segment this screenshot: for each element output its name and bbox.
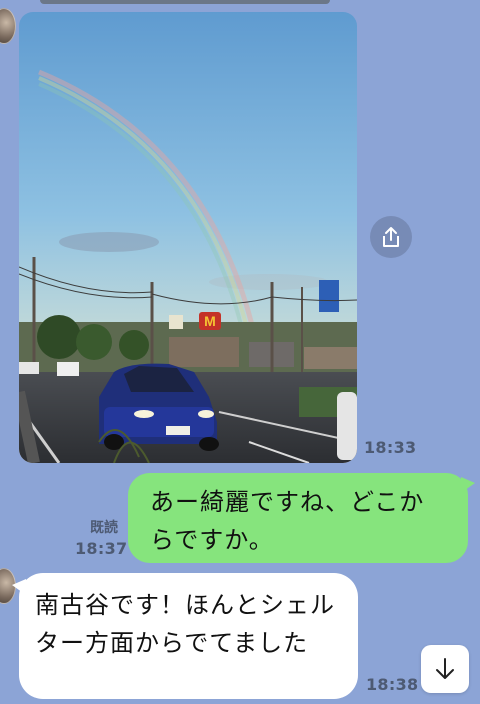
previous-message-edge [40, 0, 330, 4]
outgoing-timestamp: 18:37 [75, 539, 128, 558]
svg-text:M: M [204, 313, 216, 329]
scroll-to-bottom-button[interactable] [421, 645, 469, 693]
share-icon [383, 227, 399, 247]
photo-timestamp: 18:33 [364, 438, 417, 457]
read-receipt: 既読 [90, 520, 118, 536]
rainbow-photo[interactable]: M [19, 12, 357, 463]
incoming-timestamp: 18:38 [366, 675, 419, 694]
avatar[interactable] [0, 8, 16, 44]
incoming-message-bubble[interactable]: 南古谷です！ほんとシェルター方面からでてました [12, 573, 358, 699]
arrow-down-icon [436, 658, 454, 679]
outgoing-message-text: あー綺麗ですね、どこからですか。 [150, 488, 425, 554]
outgoing-message-bubble[interactable]: あー綺麗ですね、どこからですか。 [128, 473, 475, 563]
incoming-message-text: 南古谷です！ほんとシェルター方面からでてました [35, 591, 335, 657]
share-button[interactable] [370, 216, 412, 258]
